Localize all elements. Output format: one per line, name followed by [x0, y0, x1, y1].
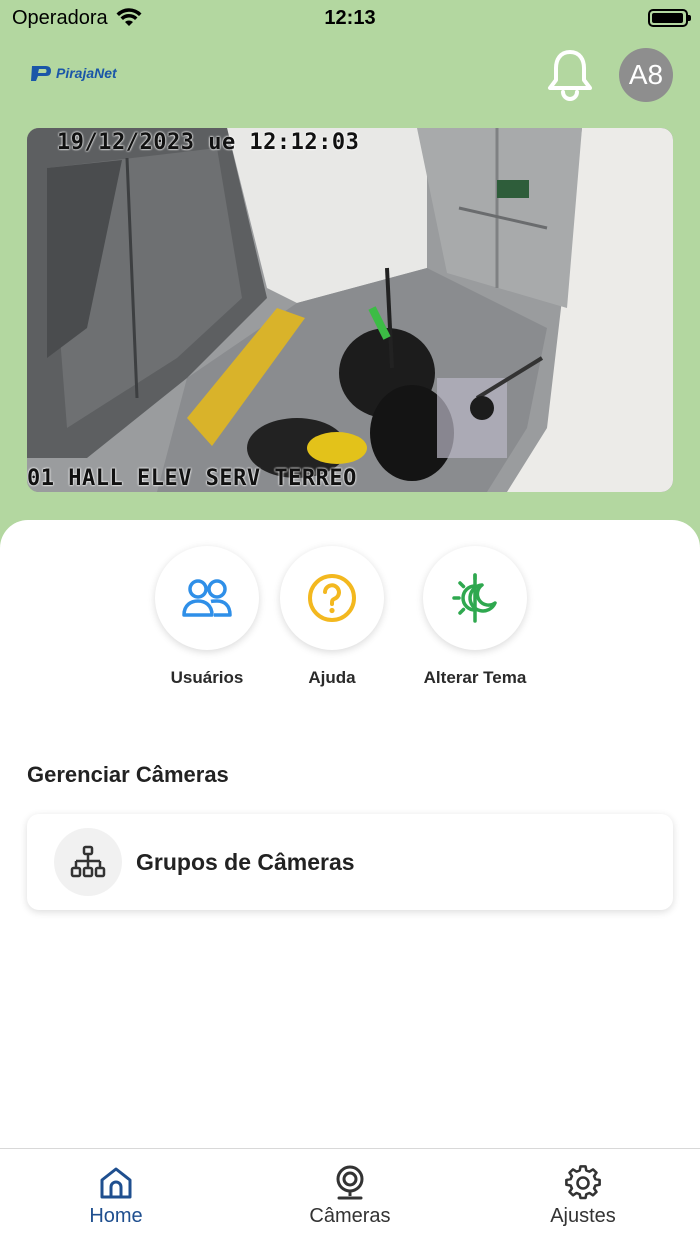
- users-icon: [182, 579, 232, 617]
- section-title: Gerenciar Câmeras: [27, 762, 229, 787]
- camera-preview[interactable]: 19/12/2023 ue 12:12:03 01 HALL ELEV SERV…: [27, 128, 673, 492]
- tab-bar: Home Câmeras Ajustes: [0, 1148, 700, 1244]
- action-users[interactable]: Usuários: [154, 546, 260, 688]
- avatar[interactable]: A8: [619, 48, 673, 102]
- home-content: Usuários Ajuda Alterar Tema Gerenciar Câ…: [0, 520, 700, 1148]
- theme-label: Alterar Tema: [423, 668, 527, 687]
- camera-timestamp: 19/12/2023 ue 12:12:03: [57, 130, 360, 155]
- users-button[interactable]: [155, 546, 259, 650]
- settings-icon: [565, 1165, 601, 1200]
- tab-cameras[interactable]: Câmeras: [280, 1165, 420, 1228]
- tab-settings-label: Ajustes: [550, 1205, 616, 1227]
- help-button[interactable]: [280, 546, 384, 650]
- status-bar: Operadora 12:13: [0, 0, 700, 36]
- logo-mark-icon: [31, 66, 51, 81]
- hierarchy-icon: [70, 845, 106, 878]
- group-icon-wrap: [54, 828, 122, 896]
- logo-text: PirajaNet: [56, 65, 117, 81]
- app-logo: PirajaNet: [30, 64, 117, 82]
- tab-home-label: Home: [89, 1205, 143, 1227]
- tab-home[interactable]: Home: [46, 1165, 186, 1228]
- action-theme[interactable]: Alterar Tema: [412, 546, 538, 688]
- tab-cameras-label: Câmeras: [309, 1205, 391, 1227]
- carrier-label: Operadora: [12, 6, 108, 29]
- theme-button[interactable]: [423, 546, 527, 650]
- theme-toggle-icon: [452, 573, 497, 623]
- action-help[interactable]: Ajuda: [280, 546, 384, 688]
- help-label: Ajuda: [308, 668, 356, 687]
- help-icon: [308, 574, 356, 622]
- camera-name: 01 HALL ELEV SERV TERREO: [27, 466, 357, 491]
- camera-groups-card[interactable]: Grupos de Câmeras: [27, 814, 673, 910]
- camera-feed-image: [27, 128, 673, 492]
- users-label: Usuários: [170, 668, 244, 687]
- camera-icon: [336, 1165, 364, 1200]
- app-header: PirajaNet: [0, 44, 700, 104]
- notification-bell-icon[interactable]: [546, 48, 594, 102]
- camera-groups-label: Grupos de Câmeras: [136, 848, 355, 875]
- home-icon: [100, 1167, 132, 1199]
- battery-icon: [648, 9, 691, 27]
- tab-settings[interactable]: Ajustes: [513, 1165, 653, 1228]
- wifi-icon: [116, 8, 142, 26]
